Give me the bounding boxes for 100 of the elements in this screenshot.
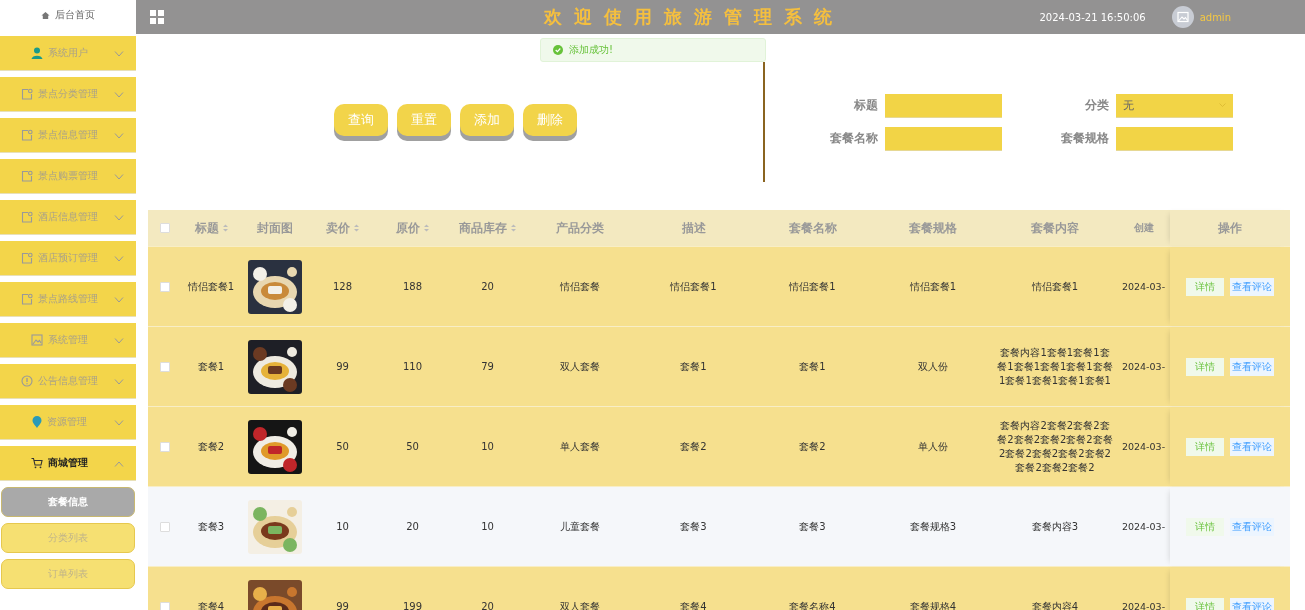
table-cell: 情侣套餐1 bbox=[670, 279, 717, 294]
table-cell: 99 bbox=[336, 361, 349, 372]
document-icon bbox=[20, 170, 33, 182]
table-cell: 套餐内容4 bbox=[1031, 599, 1079, 610]
input-field[interactable] bbox=[885, 93, 1002, 118]
table-cell: 20 bbox=[481, 281, 494, 292]
home-icon bbox=[41, 10, 50, 20]
checkbox[interactable] bbox=[160, 223, 170, 233]
table-cell: 套餐1 bbox=[197, 359, 225, 374]
sidebar-item[interactable]: 商城管理 bbox=[0, 446, 136, 481]
input-field[interactable] bbox=[885, 126, 1002, 151]
column-header: 套餐规格 bbox=[909, 219, 957, 237]
table-cell: 套餐3 bbox=[799, 519, 826, 534]
info-icon bbox=[20, 375, 33, 387]
sidebar-item[interactable]: 景点购票管理 bbox=[0, 159, 136, 194]
sidebar-item[interactable]: 系统用户 bbox=[0, 36, 136, 71]
field-label: 套餐名称 bbox=[830, 130, 878, 147]
sidebar-item[interactable]: 酒店信息管理 bbox=[0, 200, 136, 235]
table-cell: 情侣套餐1 bbox=[789, 279, 836, 294]
table-cell: 2024-03- bbox=[1121, 361, 1166, 372]
table-cell: 10 bbox=[336, 521, 349, 532]
column-header: 套餐名称 bbox=[788, 219, 837, 237]
app-title: 欢迎使用旅游管理系统 bbox=[544, 5, 844, 29]
table-cell: 儿童套餐 bbox=[560, 519, 600, 534]
table-cell: 2024-03- bbox=[1121, 281, 1166, 292]
table-cell: 情侣套餐1 bbox=[909, 279, 957, 294]
document-icon bbox=[20, 293, 33, 305]
view-comments-button[interactable]: 查看评论 bbox=[1230, 597, 1274, 610]
sidebar-item[interactable]: 系统管理 bbox=[0, 323, 136, 358]
table-cell: 110 bbox=[402, 361, 423, 372]
submenu-item[interactable]: 套餐信息 bbox=[1, 487, 135, 517]
sidebar-item[interactable]: 景点路线管理 bbox=[0, 282, 136, 317]
table-cell: 套餐2 bbox=[197, 439, 225, 454]
table-cell: 套餐4 bbox=[197, 599, 225, 610]
column-header: 操作 bbox=[1218, 219, 1242, 237]
input-field[interactable] bbox=[1116, 126, 1233, 151]
column-header[interactable]: 卖价 bbox=[326, 219, 350, 237]
checkbox[interactable] bbox=[160, 601, 170, 610]
checkbox[interactable] bbox=[160, 281, 170, 292]
table-cell: 2024-03- bbox=[1121, 601, 1166, 610]
table-cell: 20 bbox=[481, 601, 494, 610]
user-name[interactable]: admin bbox=[1199, 11, 1231, 23]
table-cell: 套餐内容2套餐2套餐2套餐2套餐2套餐2套餐2套餐2套餐2套餐2套餐2套餐2套餐2套餐2套餐2 bbox=[997, 418, 1113, 475]
details-button[interactable]: 详情 bbox=[1186, 437, 1224, 456]
sort-icon[interactable] bbox=[354, 224, 359, 232]
table-cell: 双人份 bbox=[918, 359, 948, 374]
sidebar-item[interactable]: 公告信息管理 bbox=[0, 364, 136, 399]
table-cell: 2024-03- bbox=[1121, 521, 1166, 532]
column-header: 套餐内容 bbox=[1031, 219, 1079, 237]
details-button[interactable]: 详情 bbox=[1186, 277, 1224, 296]
document-icon bbox=[20, 88, 33, 100]
document-icon bbox=[20, 211, 33, 223]
column-header[interactable]: 标题 bbox=[194, 219, 219, 237]
column-header: 封面图 bbox=[257, 219, 293, 237]
sort-icon[interactable] bbox=[424, 224, 429, 232]
sidebar-item[interactable]: 资源管理 bbox=[0, 405, 136, 440]
select-field[interactable]: 无 bbox=[1116, 93, 1233, 118]
table-cell: 50 bbox=[336, 441, 349, 452]
sidebar-item[interactable]: 酒店预订管理 bbox=[0, 241, 136, 276]
table-cell: 套餐内容1套餐1套餐1套餐1套餐1套餐1套餐1套餐1套餐1套餐1套餐1套餐1 bbox=[997, 345, 1113, 388]
checkbox[interactable] bbox=[160, 521, 170, 532]
details-button[interactable]: 详情 bbox=[1186, 357, 1224, 376]
view-comments-button[interactable]: 查看评论 bbox=[1230, 357, 1274, 376]
checkbox[interactable] bbox=[160, 361, 170, 372]
table-cell: 套餐2 bbox=[680, 439, 707, 454]
sort-icon[interactable] bbox=[511, 224, 516, 232]
details-button[interactable]: 详情 bbox=[1186, 597, 1224, 610]
date-time: 2024-03-21 16:50:06 bbox=[1039, 11, 1146, 23]
table-cell: 99 bbox=[336, 601, 349, 610]
column-header[interactable]: 原价 bbox=[396, 219, 420, 237]
view-comments-button[interactable]: 查看评论 bbox=[1230, 437, 1274, 456]
table-cell: 套餐名称4 bbox=[789, 599, 836, 610]
table-cell: 套餐1 bbox=[680, 359, 707, 374]
table-cell: 50 bbox=[406, 441, 419, 452]
view-comments-button[interactable]: 查看评论 bbox=[1230, 517, 1274, 536]
table-cell: 套餐3 bbox=[680, 519, 707, 534]
field-label: 标题 bbox=[854, 97, 878, 114]
table-cell: 情侣套餐1 bbox=[1031, 279, 1079, 294]
checkbox[interactable] bbox=[160, 441, 170, 452]
document-icon bbox=[20, 252, 33, 264]
sidebar-item[interactable]: 景点分类管理 bbox=[0, 77, 136, 112]
table-cell: 套餐3 bbox=[197, 519, 225, 534]
view-comments-button[interactable]: 查看评论 bbox=[1230, 277, 1274, 296]
column-header[interactable]: 商品库存 bbox=[459, 219, 507, 237]
table-cell: 情侣套餐1 bbox=[187, 279, 235, 294]
table-cell: 10 bbox=[481, 521, 494, 532]
table-cell: 套餐规格4 bbox=[909, 599, 957, 610]
grid-menu-icon[interactable] bbox=[150, 10, 164, 24]
pin-icon bbox=[31, 416, 42, 428]
table-cell: 套餐规格3 bbox=[909, 519, 957, 534]
cart-icon bbox=[30, 457, 43, 469]
success-icon bbox=[553, 45, 563, 55]
avatar-icon[interactable] bbox=[1171, 6, 1194, 28]
sort-icon[interactable] bbox=[222, 224, 228, 232]
details-button[interactable]: 详情 bbox=[1186, 517, 1224, 536]
table-cell: 套餐内容3 bbox=[1031, 519, 1079, 534]
table-cell: 套餐2 bbox=[799, 439, 826, 454]
sidebar-item[interactable]: 景点信息管理 bbox=[0, 118, 136, 153]
table-cell: 188 bbox=[402, 281, 423, 292]
table-cell: 单人份 bbox=[918, 439, 948, 454]
